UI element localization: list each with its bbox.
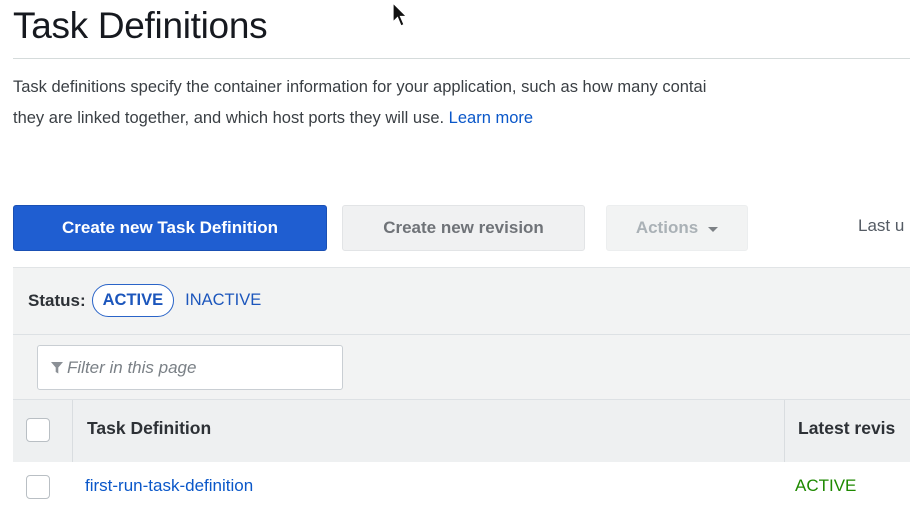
last-updated-text: Last u xyxy=(858,216,905,235)
title-divider xyxy=(13,58,910,59)
status-active-toggle[interactable]: ACTIVE xyxy=(91,284,175,317)
row-select-checkbox[interactable] xyxy=(26,475,50,499)
description-line-1: Task definitions specify the container i… xyxy=(13,78,707,96)
status-inactive-toggle[interactable]: INACTIVE xyxy=(185,291,261,310)
select-all-checkbox[interactable] xyxy=(26,418,50,442)
task-definition-link[interactable]: first-run-task-definition xyxy=(85,476,253,496)
status-filter: Status: ACTIVE INACTIVE xyxy=(28,284,261,317)
description-line-2: they are linked together, and which host… xyxy=(13,103,910,134)
status-label: Status: xyxy=(28,290,86,310)
task-definitions-panel: Status: ACTIVE INACTIVE Task Definition … xyxy=(13,267,910,514)
page-description: Task definitions specify the container i… xyxy=(13,72,910,134)
filter-input[interactable] xyxy=(67,357,327,378)
actions-dropdown-button[interactable]: Actions xyxy=(606,205,748,251)
caret-down-icon xyxy=(708,226,719,232)
column-header-latest-revision[interactable]: Latest revis xyxy=(798,418,895,439)
create-task-definition-button[interactable]: Create new Task Definition xyxy=(13,205,327,251)
filter-box[interactable] xyxy=(37,345,343,390)
description-text: they are linked together, and which host… xyxy=(13,109,449,127)
column-header-task-definition[interactable]: Task Definition xyxy=(87,418,211,439)
learn-more-link[interactable]: Learn more xyxy=(449,109,533,127)
page-title: Task Definitions xyxy=(13,5,268,46)
column-divider xyxy=(784,400,785,462)
filter-funnel-icon xyxy=(51,361,63,373)
panel-divider xyxy=(13,334,910,335)
cursor-arrow-icon xyxy=(392,2,408,27)
table-row: first-run-task-definition ACTIVE xyxy=(13,462,910,514)
actions-label: Actions xyxy=(635,218,699,237)
column-divider xyxy=(72,400,73,462)
row-status: ACTIVE xyxy=(795,476,857,495)
table-header: Task Definition Latest revis xyxy=(13,399,910,463)
create-revision-button[interactable]: Create new revision xyxy=(342,205,585,251)
